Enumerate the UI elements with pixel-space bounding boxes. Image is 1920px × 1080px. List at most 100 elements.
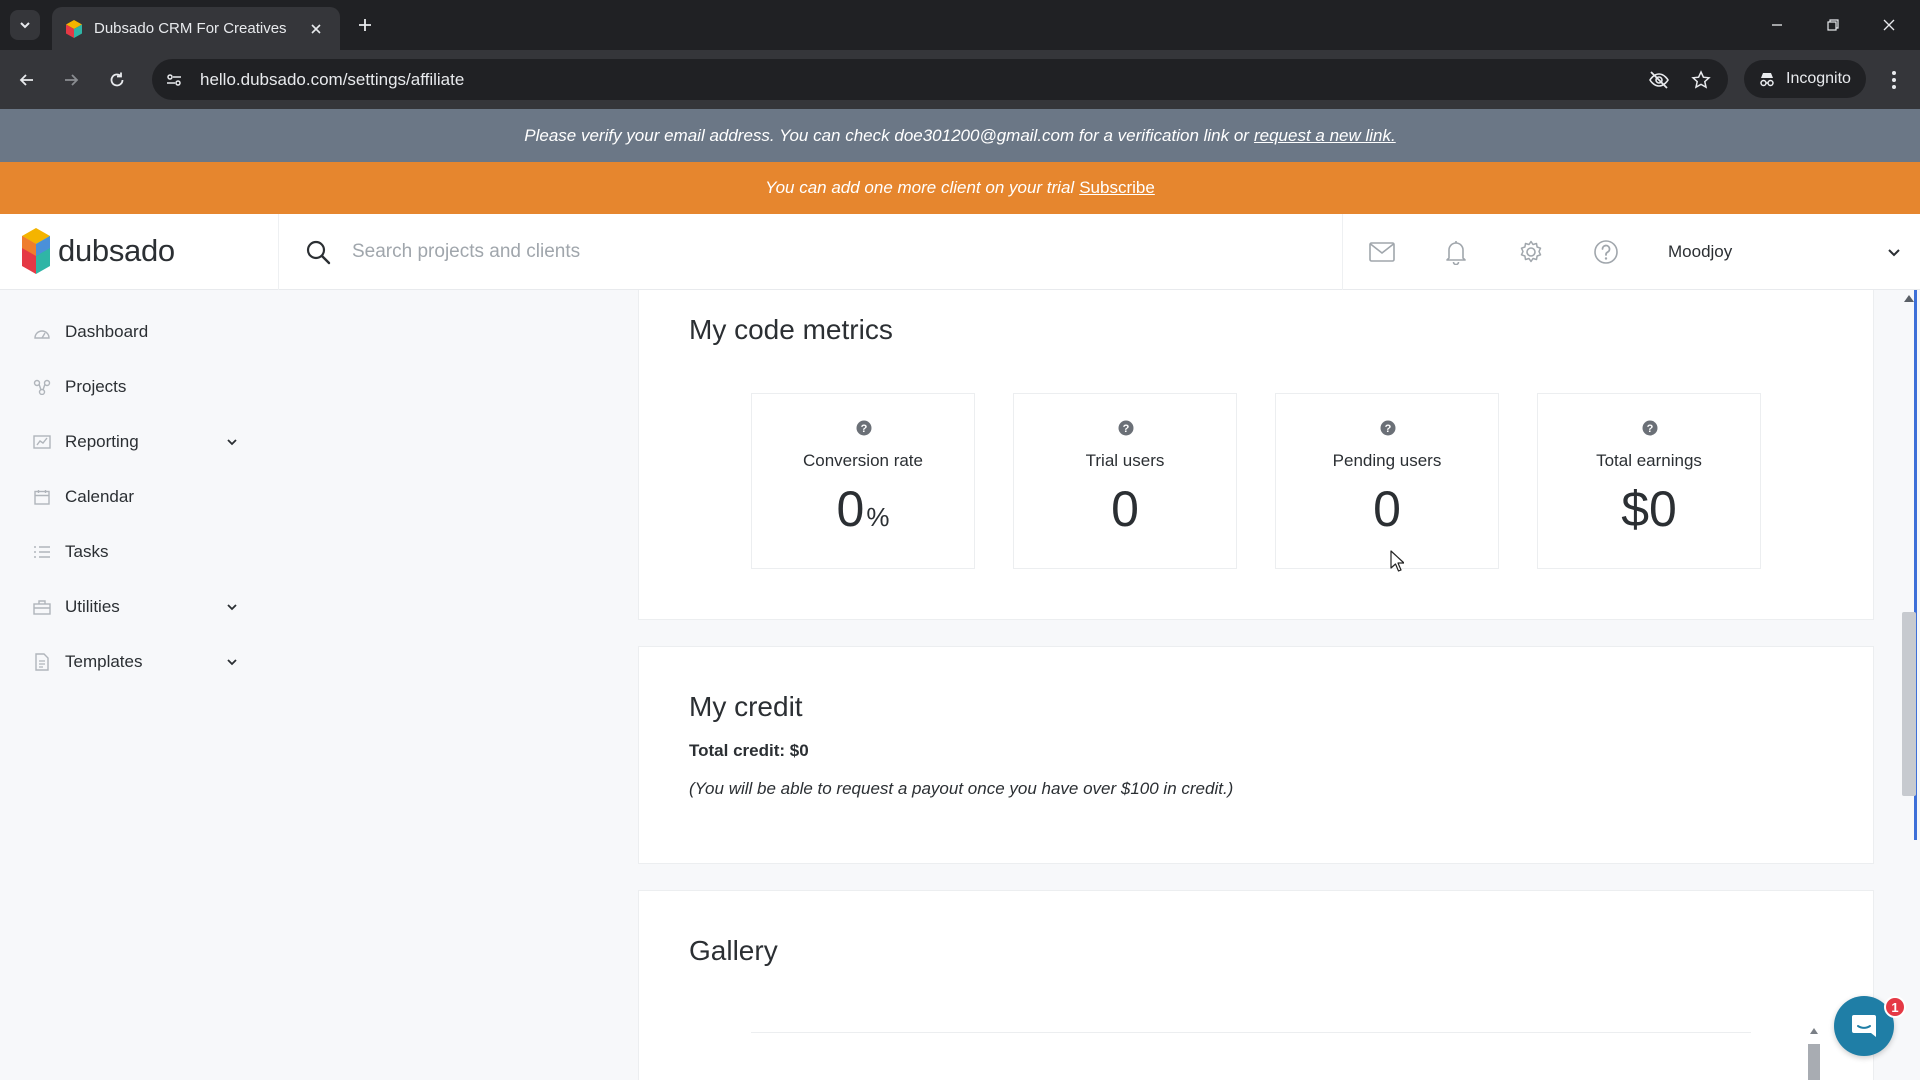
metric-label: Total earnings [1596,451,1702,470]
browser-tab[interactable]: Dubsado CRM For Creatives [52,7,340,50]
metric-number: 0 [836,481,865,537]
metric-number: $0 [1621,481,1677,537]
gallery-scrollbar[interactable] [1806,1022,1822,1080]
chevron-down-icon[interactable] [222,432,242,452]
svg-text:?: ? [1385,423,1392,435]
tab-close-icon[interactable] [306,19,326,39]
sidebar-item-dashboard[interactable]: Dashboard [0,309,262,355]
search-icon[interactable] [302,236,334,268]
incognito-label: Incognito [1786,70,1851,87]
sidebar-item-reporting[interactable]: Reporting [0,419,262,465]
back-button[interactable] [12,65,42,95]
minimize-icon [1772,24,1782,26]
new-tab-button[interactable] [352,12,378,38]
restore-window-button[interactable] [1820,12,1846,38]
svg-text:?: ? [861,423,868,435]
close-icon [1883,19,1895,31]
metric-value: 0 [1014,480,1236,538]
forward-button[interactable] [56,65,86,95]
plus-icon [359,19,371,31]
sidebar-item-templates[interactable]: Templates [0,639,262,685]
sidebar-item-label: Dashboard [65,322,149,341]
metric-card-total-earnings: ? Total earnings $0 [1537,393,1761,569]
svg-text:?: ? [1123,423,1130,435]
scrollbar-thumb[interactable] [1902,612,1916,796]
subscribe-link[interactable]: Subscribe [1079,178,1155,198]
scroll-up-arrow-icon[interactable] [1904,295,1914,302]
sidebar-item-label: Tasks [65,542,109,561]
help-icon[interactable] [1590,236,1622,268]
metric-number: 0 [1373,481,1401,537]
total-credit: Total credit: $0 [689,741,809,760]
user-menu[interactable]: Moodjoy [1668,232,1902,272]
metric-label: Conversion rate [802,451,923,470]
chat-unread-badge: 1 [1884,996,1906,1018]
sidebar-item-label: Projects [65,377,127,396]
sidebar-item-label: Calendar [65,487,134,506]
site-info-icon[interactable] [156,62,192,98]
trial-text: You can add one more client on your tria… [765,178,1075,197]
chevron-down-icon[interactable] [222,652,242,672]
projects-icon [32,377,52,397]
browser-tabstrip: Dubsado CRM For Creatives [0,0,1920,50]
tab-title: Dubsado CRM For Creatives [94,20,287,37]
chevron-down-icon[interactable] [222,597,242,617]
scrollbar-thumb[interactable] [1808,1044,1820,1080]
section-title: Gallery [689,935,778,966]
header-divider [1342,214,1343,290]
browser-menu-button[interactable] [1880,65,1908,95]
sidebar-item-utilities[interactable]: Utilities [0,584,262,630]
credit-section: My credit Total credit: $0 (You will be … [638,646,1874,864]
help-circle-icon[interactable]: ? [1380,420,1396,436]
incognito-indicator[interactable]: Incognito [1744,60,1866,98]
metric-label: Trial users [1085,451,1165,470]
help-circle-icon[interactable]: ? [856,420,872,436]
svg-text:?: ? [1647,423,1654,435]
mail-icon[interactable] [1366,236,1398,268]
sidebar-item-calendar[interactable]: Calendar [0,474,262,520]
dubsado-logo[interactable]: dubsado [22,228,175,274]
payout-note: (You will be able to request a payout on… [689,779,1234,798]
dubsado-logo-icon [22,228,50,274]
url-text: hello.dubsado.com/settings/affiliate [200,69,465,89]
incognito-icon [1760,73,1774,87]
eye-off-icon[interactable] [1644,65,1674,95]
sidebar-item-label: Utilities [65,597,120,616]
metric-value: $0 [1538,480,1760,538]
help-circle-icon[interactable]: ? [1118,420,1134,436]
tab-search-button[interactable] [10,10,40,40]
reporting-icon [32,432,52,452]
minimize-window-button[interactable] [1764,12,1790,38]
section-title: My credit [689,691,803,722]
dashboard-icon [32,322,52,342]
help-circle-icon[interactable]: ? [1642,420,1658,436]
gear-icon[interactable] [1515,236,1547,268]
sidebar-item-projects[interactable]: Projects [0,364,262,410]
sidebar-item-tasks[interactable]: Tasks [0,529,262,575]
bookmark-star-icon[interactable] [1686,65,1716,95]
chevron-down-icon [1888,249,1900,257]
metric-card-conversion-rate: ? Conversion rate 0% [751,393,975,569]
search-input[interactable] [352,234,1292,270]
dubsado-favicon-icon [66,19,82,38]
mouse-cursor-icon [1390,550,1404,572]
close-window-button[interactable] [1876,12,1902,38]
chevron-down-icon [20,22,30,29]
reload-button[interactable] [102,65,132,95]
address-bar[interactable]: hello.dubsado.com/settings/affiliate [152,59,1728,100]
bell-icon[interactable] [1440,236,1472,268]
metric-card-trial-users: ? Trial users 0 [1013,393,1237,569]
arrow-left-icon [19,74,33,86]
templates-icon [32,652,52,672]
request-new-link[interactable]: request a new link. [1254,126,1396,146]
restore-icon [1827,19,1839,31]
metric-card-pending-users: ? Pending users 0 [1275,393,1499,569]
verify-email-text: Please verify your email address. You ca… [524,125,1249,145]
metric-unit: % [866,502,890,532]
tasks-icon [32,542,52,562]
chat-bubble-icon [1852,1015,1876,1037]
metric-value: 0 [1276,480,1498,538]
logo-text: dubsado [58,233,175,268]
scroll-up-arrow-icon[interactable] [1810,1028,1818,1034]
section-title: My code metrics [689,314,893,345]
